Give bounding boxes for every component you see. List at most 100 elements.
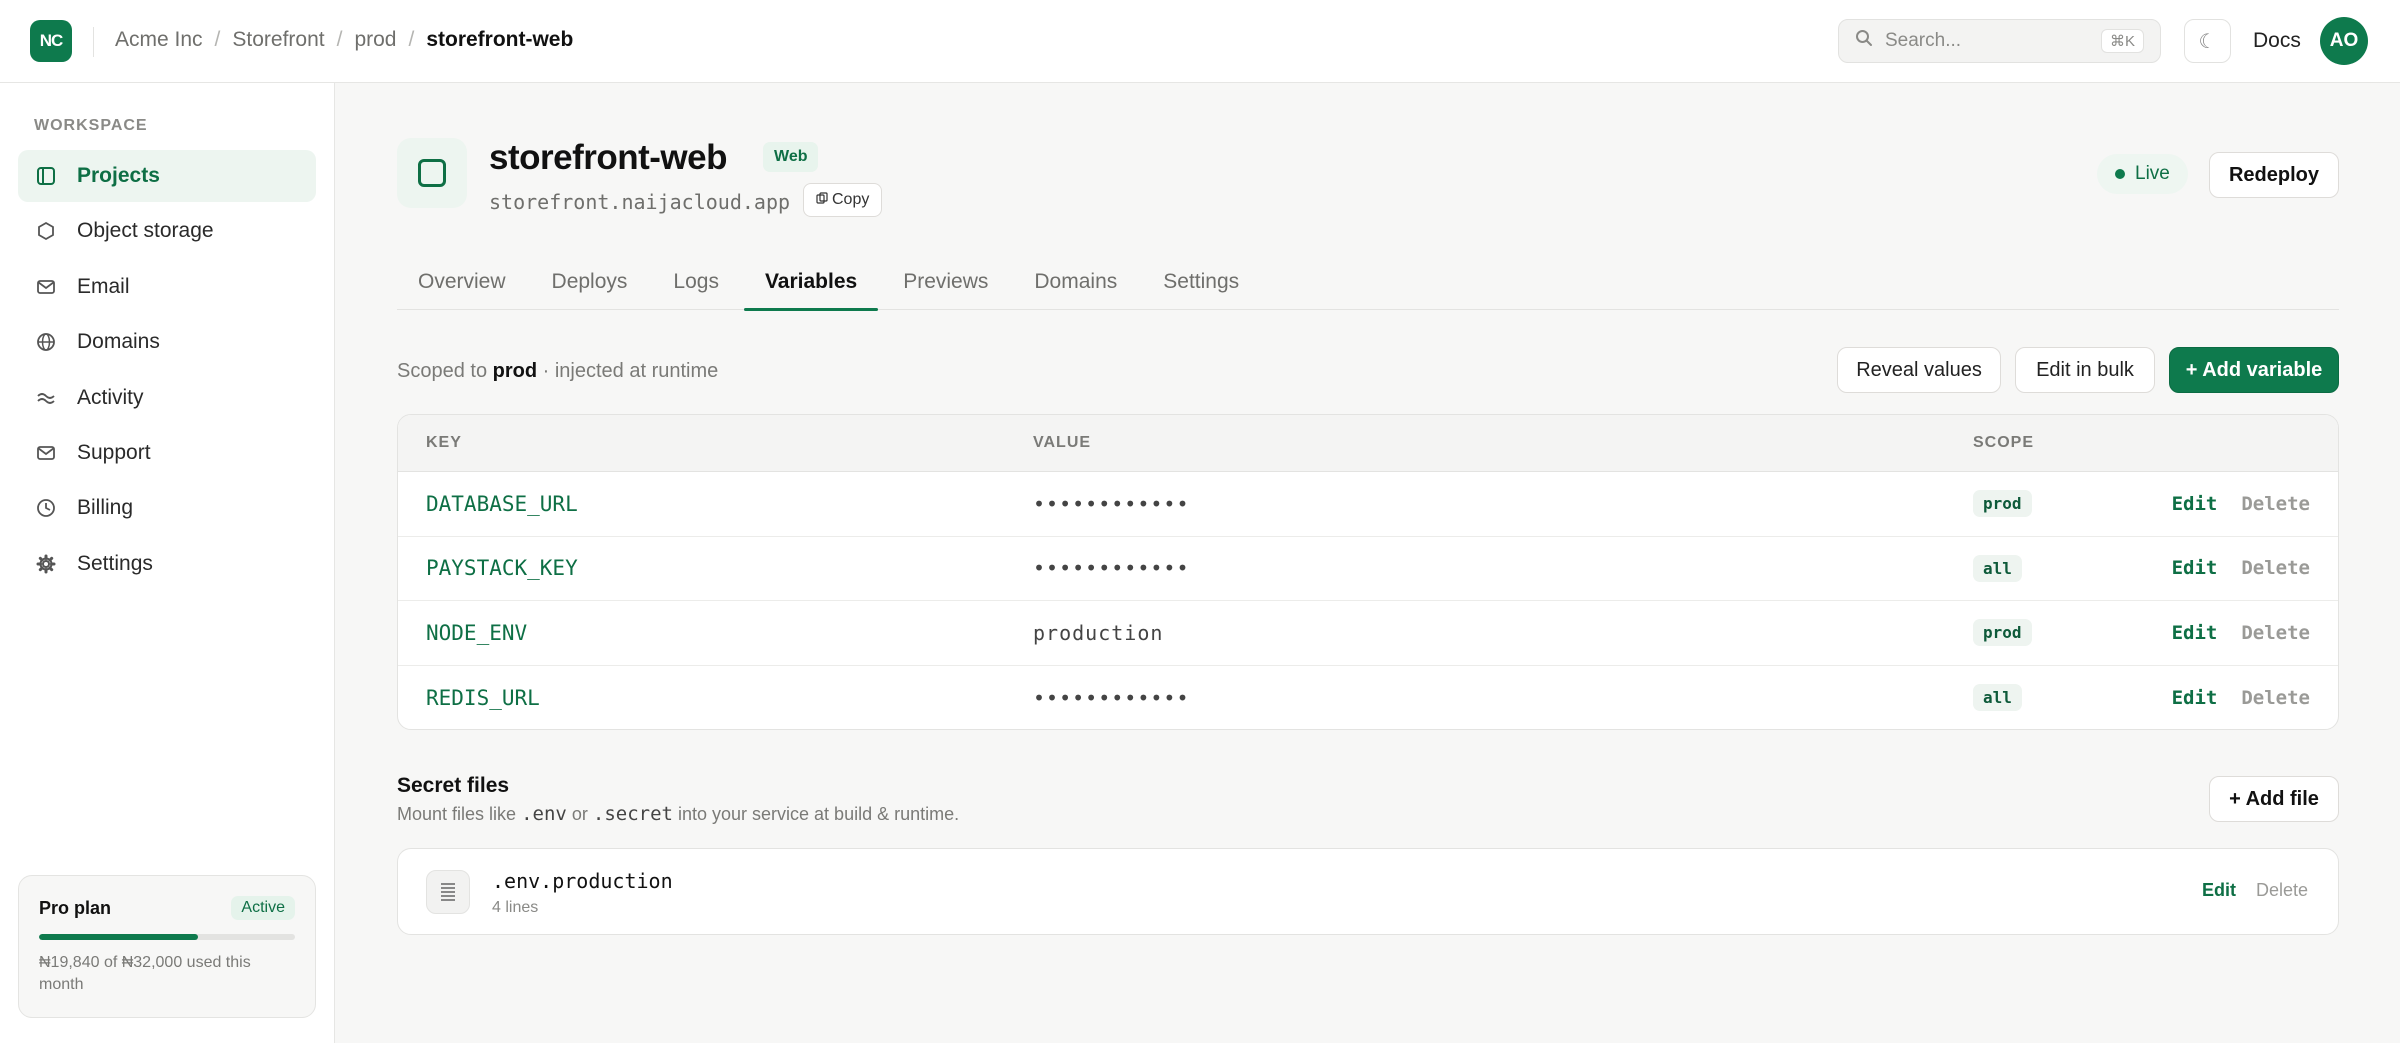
projects-icon (36, 166, 56, 186)
activity-icon (36, 388, 56, 408)
sidebar-item-label: Projects (77, 164, 160, 187)
edit-in-bulk-button[interactable]: Edit in bulk (2015, 347, 2155, 393)
breadcrumb-separator: / (214, 28, 221, 51)
avatar[interactable]: AO (2320, 17, 2368, 65)
delete-variable-button[interactable]: Delete (2241, 557, 2310, 579)
sidebar: WORKSPACE Projects Object storage Email … (0, 83, 335, 1043)
delete-variable-button[interactable]: Delete (2241, 622, 2310, 644)
edit-variable-button[interactable]: Edit (2172, 687, 2218, 709)
table-row: NODE_ENV production prod Edit Delete (398, 601, 2338, 666)
status-badge: Live (2097, 154, 2188, 194)
secret-code: .secret (592, 803, 673, 825)
plan-usage-text: ₦19,840 of ₦32,000 used this month (39, 954, 251, 993)
edit-file-button[interactable]: Edit (2202, 880, 2236, 901)
breadcrumb-environment[interactable]: prod (354, 28, 396, 52)
sidebar-section-label: WORKSPACE (34, 117, 148, 134)
theme-toggle-button[interactable]: ☾ (2184, 19, 2231, 63)
plan-usage-fill (39, 934, 198, 940)
breadcrumb-separator: / (336, 28, 343, 51)
scope-badge: prod (1973, 490, 2032, 518)
logo-text: NC (39, 31, 64, 50)
breadcrumb-project[interactable]: Storefront (232, 28, 324, 52)
delete-variable-button[interactable]: Delete (2241, 687, 2310, 709)
search-icon (1855, 29, 1885, 53)
description-prefix: Mount files like (397, 804, 517, 824)
tab-logs[interactable]: Logs (652, 253, 740, 310)
avatar-initials: AO (2329, 30, 2359, 51)
tab-previews[interactable]: Previews (882, 253, 1009, 310)
edit-variable-button[interactable]: Edit (2172, 493, 2218, 515)
variable-key: NODE_ENV (426, 620, 528, 645)
divider (93, 27, 94, 57)
clock-icon (36, 498, 56, 518)
column-header-key: KEY (426, 434, 462, 451)
tab-settings[interactable]: Settings (1142, 253, 1260, 310)
app-logo[interactable]: NC (30, 20, 72, 62)
scope-badge: all (1973, 554, 2022, 582)
search-placeholder: Search... (1885, 30, 1962, 51)
status-label: Live (2135, 163, 2170, 184)
sidebar-item-activity[interactable]: Activity (18, 372, 316, 424)
sidebar-item-support[interactable]: Support (18, 427, 316, 479)
sidebar-item-projects[interactable]: Projects (18, 150, 316, 202)
table-row: DATABASE_URL •••••••••••• prod Edit Dele… (398, 472, 2338, 537)
plan-card: Pro plan Active ₦19,840 of ₦32,000 used … (18, 875, 316, 1018)
redeploy-button[interactable]: Redeploy (2209, 152, 2339, 198)
list-item: .env.production 4 lines Edit Delete (397, 848, 2339, 935)
tab-variables[interactable]: Variables (743, 253, 879, 311)
sidebar-item-object-storage[interactable]: Object storage (18, 205, 316, 257)
project-type-badge: Web (763, 142, 819, 172)
project-header: storefront-web Web storefront.naijacloud… (397, 138, 2339, 228)
sidebar-item-label: Domains (77, 330, 160, 354)
table-header: KEY VALUE SCOPE (398, 415, 2338, 472)
project-url[interactable]: storefront.naijacloud.app (489, 190, 790, 214)
scope-environment: prod (492, 360, 538, 382)
project-icon (397, 138, 467, 208)
reveal-values-button[interactable]: Reveal values (1837, 347, 2001, 393)
sidebar-item-label: Settings (77, 551, 153, 575)
gear-icon (36, 554, 56, 574)
sidebar-item-domains[interactable]: Domains (18, 316, 316, 368)
column-header-value: VALUE (1033, 434, 1092, 451)
add-variable-button[interactable]: + Add variable (2169, 347, 2339, 393)
sidebar-item-email[interactable]: Email (18, 261, 316, 313)
scope-description: Scoped to prod · injected at runtime (397, 360, 718, 383)
file-line-count: 4 lines (492, 899, 539, 916)
copy-url-button[interactable]: Copy (803, 183, 883, 217)
edit-variable-button[interactable]: Edit (2172, 622, 2218, 644)
docs-link[interactable]: Docs (2253, 29, 2301, 53)
breadcrumb-service: storefront-web (426, 28, 574, 51)
tab-domains[interactable]: Domains (1013, 253, 1138, 310)
delete-variable-button[interactable]: Delete (2241, 493, 2310, 515)
top-bar: NC Acme Inc / Storefront / prod / storef… (0, 0, 2400, 83)
sidebar-nav: Projects Object storage Email Domains Ac… (18, 150, 316, 593)
table-row: REDIS_URL •••••••••••• all Edit Delete (398, 666, 2338, 730)
globe-icon (36, 332, 56, 352)
delete-file-button[interactable]: Delete (2256, 880, 2308, 901)
secret-files-description: Mount files like .env or .secret into yo… (397, 803, 959, 825)
tab-deploys[interactable]: Deploys (531, 253, 649, 310)
variable-value: production (1033, 620, 1164, 645)
search-input[interactable]: Search... ⌘K (1838, 19, 2161, 63)
scope-badge: all (1973, 684, 2022, 712)
sidebar-item-label: Support (77, 440, 151, 464)
sidebar-item-label: Billing (77, 496, 134, 520)
plan-status-badge: Active (231, 896, 295, 920)
sidebar-item-label: Email (77, 274, 130, 298)
variables-table: KEY VALUE SCOPE DATABASE_URL •••••••••••… (397, 414, 2339, 730)
copy-icon (816, 191, 832, 209)
status-dot-icon (2115, 169, 2125, 179)
breadcrumb-org[interactable]: Acme Inc (115, 28, 203, 52)
tab-overview[interactable]: Overview (397, 253, 527, 310)
plan-usage-bar (39, 934, 295, 940)
support-icon (36, 443, 56, 463)
scope-prefix: Scoped to (397, 360, 488, 382)
scope-badge: prod (1973, 619, 2032, 647)
breadcrumb: Acme Inc / Storefront / prod / storefron… (115, 28, 573, 52)
add-file-button[interactable]: + Add file (2209, 776, 2339, 822)
search-shortcut: ⌘K (2100, 29, 2144, 53)
variable-key: REDIS_URL (426, 685, 540, 710)
sidebar-item-settings[interactable]: Settings (18, 538, 316, 590)
edit-variable-button[interactable]: Edit (2172, 557, 2218, 579)
sidebar-item-billing[interactable]: Billing (18, 482, 316, 534)
